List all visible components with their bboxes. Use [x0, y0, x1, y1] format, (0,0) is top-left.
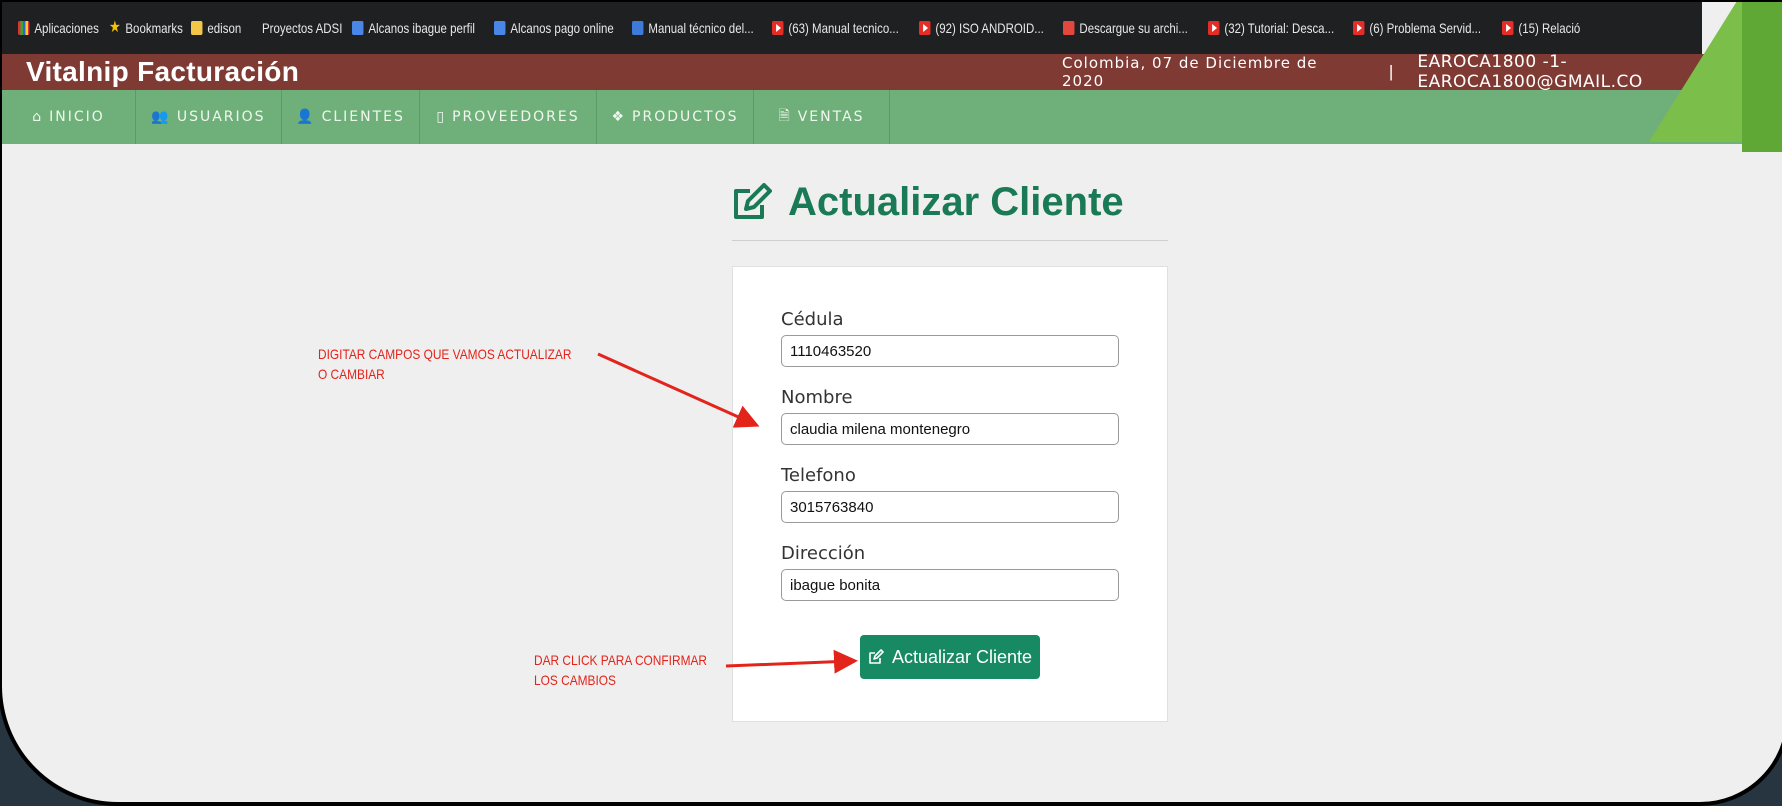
bookmark-label: Descargue su archi...: [1079, 20, 1189, 36]
nav-label: CLIENTES: [321, 109, 405, 125]
youtube-icon: [919, 21, 931, 35]
decorative-accent: [1742, 2, 1782, 152]
user-icon: 👤: [296, 109, 316, 125]
update-client-button-label: Actualizar Cliente: [891, 646, 1033, 667]
arrow-to-fields: [597, 352, 760, 428]
bookmark-manual-tecnico[interactable]: Manual técnico del...: [632, 20, 754, 36]
direccion-label: Dirección: [781, 543, 866, 564]
nav-productos[interactable]: ❖ PRODUCTOS: [597, 90, 754, 144]
youtube-icon: [1501, 21, 1514, 35]
bookmark-yt-iso[interactable]: (92) ISO ANDROID...: [919, 20, 1044, 36]
bookmark-alcanos-pago[interactable]: Alcanos pago online: [493, 20, 614, 36]
bookmark-label: Alcanos ibague perfil: [368, 20, 475, 36]
app-header: Vitalnip Facturación Colombia, 07 de Dic…: [2, 52, 1782, 92]
nav-clientes[interactable]: 👤 CLIENTES: [282, 90, 420, 144]
direccion-input[interactable]: [781, 569, 1119, 601]
nav-label: PRODUCTOS: [632, 109, 739, 125]
youtube-icon: [1353, 21, 1365, 35]
bookmark-label: Alcanos pago online: [510, 20, 614, 36]
bookmark-label: Proyectos ADSI: [261, 20, 343, 36]
bookmark-label: Bookmarks: [125, 20, 183, 36]
header-separator: |: [1388, 62, 1394, 81]
header-date: Colombia, 07 de Diciembre de 2020: [1062, 54, 1318, 90]
nav-label: USUARIOS: [176, 109, 266, 125]
nombre-input[interactable]: [781, 413, 1119, 445]
page-title: Actualizar Cliente: [732, 180, 1124, 225]
bookmark-bookmarks[interactable]: ★ Bookmarks: [108, 19, 183, 37]
doc-icon: [632, 21, 644, 35]
telefono-label: Telefono: [781, 465, 856, 486]
annotation-fields-line1: DIGITAR CAMPOS QUE VAMOS ACTUALIZAR: [318, 346, 572, 362]
bookmark-yt-problema[interactable]: (6) Problema Servid...: [1353, 20, 1482, 36]
nav-usuarios[interactable]: 👥 USUARIOS: [136, 90, 282, 144]
bookmark-label: (15) Relació: [1518, 20, 1580, 36]
bookmark-label: edison: [207, 20, 241, 36]
site-icon: [493, 21, 506, 35]
cubes-icon: ❖: [611, 109, 627, 125]
main-nav: ⌂ INICIO 👥 USUARIOS 👤 CLIENTES ▯ PROVEEDORES…: [2, 90, 1782, 144]
bookmark-descargue[interactable]: Descargue su archi...: [1063, 20, 1188, 36]
site-icon: [351, 21, 364, 35]
nav-proveedores[interactable]: ▯ PROVEEDORES: [420, 90, 597, 144]
edit-icon: [734, 182, 772, 219]
annotation-fields-line2: O CAMBIAR: [318, 366, 385, 382]
annotation-button-line1: DAR CLICK PARA CONFIRMAR: [534, 652, 708, 668]
bookmark-alcanos-perfil[interactable]: Alcanos ibague perfil: [351, 20, 475, 36]
header-info: Colombia, 07 de Diciembre de 2020 | EARO…: [1062, 52, 1782, 92]
home-icon: ⌂: [32, 109, 44, 125]
bookmark-label: Manual técnico del...: [648, 20, 754, 36]
youtube-icon: [1207, 21, 1220, 35]
building-icon: ▯: [436, 109, 447, 125]
bookmark-label: (6) Problema Servid...: [1369, 20, 1482, 36]
apps-icon: [18, 21, 30, 35]
annotation-button-line2: LOS CAMBIOS: [534, 672, 616, 688]
bookmarks-bar: Aplicaciones ★ Bookmarks edison Proyectos…: [2, 2, 1702, 54]
brand-title: Vitalnip Facturación: [26, 56, 300, 87]
youtube-icon: [772, 21, 784, 35]
bookmark-proyectos-adsi[interactable]: Proyectos ADSI: [262, 20, 342, 36]
nav-ventas[interactable]: 🗎 VENTAS: [754, 90, 890, 144]
update-client-form: Cédula Nombre Telefono Dirección Actuali…: [732, 266, 1168, 722]
nombre-label: Nombre: [781, 387, 853, 408]
edit-icon: [869, 649, 884, 664]
title-divider: [732, 240, 1168, 241]
nav-label: INICIO: [49, 109, 105, 125]
bookmark-yt-relacion[interactable]: (15) Relació: [1501, 20, 1580, 36]
bookmark-label: Aplicaciones: [34, 20, 99, 36]
folder-icon: [190, 21, 203, 35]
page-title-text: Actualizar Cliente: [788, 180, 1124, 224]
bookmark-label: (92) ISO ANDROID...: [935, 20, 1044, 36]
bookmark-yt-manual[interactable]: (63) Manual tecnico...: [772, 20, 899, 36]
star-icon: ★: [108, 19, 121, 36]
update-client-button[interactable]: Actualizar Cliente: [860, 635, 1040, 679]
annotation-button: DAR CLICK PARA CONFIRMAR LOS CAMBIOS: [534, 650, 707, 690]
users-icon: 👥: [151, 109, 171, 125]
slide-frame: Aplicaciones ★ Bookmarks edison Proyectos…: [0, 0, 1782, 806]
nav-inicio[interactable]: ⌂ INICIO: [2, 90, 136, 144]
file-icon: 🗎: [778, 108, 792, 124]
bookmark-aplicaciones[interactable]: Aplicaciones: [18, 20, 99, 36]
nav-label: VENTAS: [797, 109, 865, 125]
telefono-input[interactable]: [781, 491, 1119, 523]
cedula-input[interactable]: [781, 335, 1119, 367]
nav-label: PROVEEDORES: [452, 109, 580, 125]
bookmark-edison[interactable]: edison: [190, 20, 241, 36]
annotation-fields: DIGITAR CAMPOS QUE VAMOS ACTUALIZAR O CA…: [318, 344, 571, 384]
bookmark-label: (32) Tutorial: Desca...: [1224, 20, 1334, 36]
bookmark-label: (63) Manual tecnico...: [788, 20, 900, 36]
bookmark-yt-tutorial[interactable]: (32) Tutorial: Desca...: [1207, 20, 1334, 36]
cedula-label: Cédula: [781, 309, 844, 330]
site-icon: [1063, 21, 1075, 35]
